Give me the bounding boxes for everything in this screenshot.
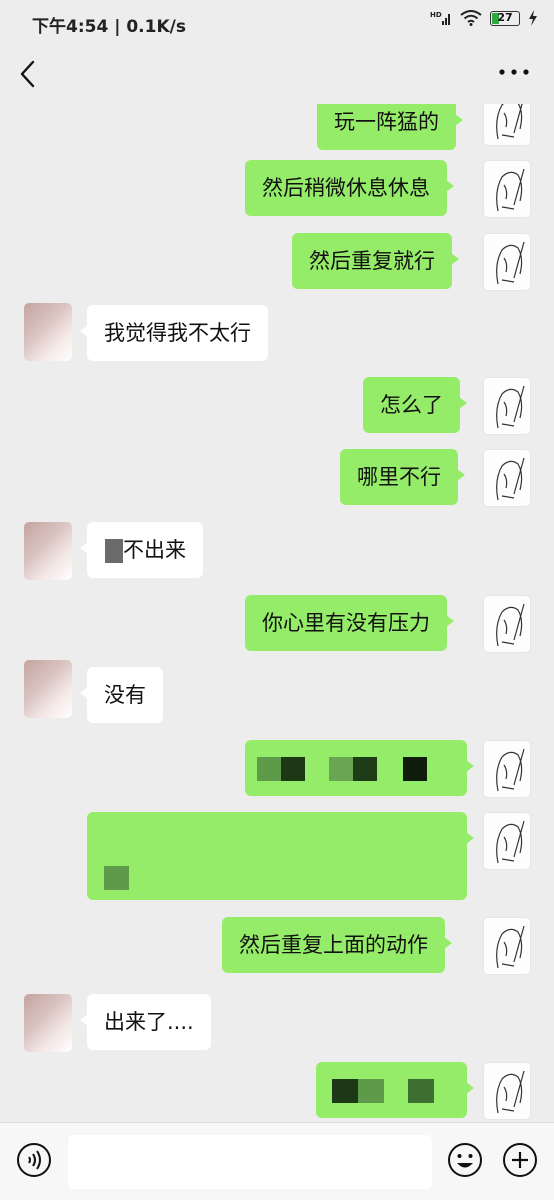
- message-text: 玩一阵猛的: [334, 110, 439, 134]
- redacted-block: [353, 757, 377, 781]
- redacted-block: [281, 757, 305, 781]
- contact-avatar[interactable]: [24, 660, 72, 718]
- redacted-block: [408, 1079, 434, 1103]
- message-bubble[interactable]: 哪里不行: [340, 449, 465, 505]
- message-text: 然后重复就行: [309, 249, 435, 273]
- redacted-block: [403, 757, 427, 781]
- message-input[interactable]: [68, 1135, 432, 1189]
- sketch-portrait-icon: [496, 1070, 525, 1114]
- plus-icon[interactable]: [502, 1142, 538, 1178]
- status-icons: HD 27: [430, 10, 538, 26]
- charging-icon: [529, 10, 537, 26]
- message-bubble[interactable]: 不出来: [80, 522, 203, 578]
- redacted-block: [257, 757, 281, 781]
- sketch-portrait-icon: [496, 104, 523, 140]
- battery-indicator: 27: [490, 10, 520, 26]
- message-bubble[interactable]: [245, 740, 474, 796]
- message-bubble[interactable]: [87, 812, 474, 900]
- sketch-portrait-icon: [496, 457, 525, 501]
- message-text: 然后重复上面的动作: [239, 933, 428, 957]
- emoji-icon[interactable]: [447, 1142, 483, 1178]
- message-bubble[interactable]: 玩一阵猛的: [317, 104, 463, 150]
- status-time-speed: 下午4:54 | 0.1K/s: [32, 17, 186, 37]
- redacted-block: [104, 866, 129, 890]
- sketch-portrait-icon: [496, 820, 525, 864]
- battery-level-text: 27: [497, 10, 513, 24]
- message-bubble[interactable]: 然后重复就行: [292, 233, 459, 289]
- my-avatar[interactable]: [483, 917, 531, 975]
- message-bubble[interactable]: [316, 1062, 474, 1118]
- message-text: 你心里有没有压力: [262, 611, 430, 635]
- my-avatar[interactable]: [483, 1062, 531, 1120]
- redacted-block: [332, 1079, 358, 1103]
- message-text: 然后稍微休息休息: [262, 176, 430, 200]
- message-text: 不出来: [123, 538, 186, 562]
- redacted-block: [105, 539, 123, 563]
- my-avatar[interactable]: [483, 104, 531, 146]
- chevron-left-icon[interactable]: [16, 56, 40, 92]
- message-bubble[interactable]: 怎么了: [363, 377, 467, 433]
- message-bubble[interactable]: 我觉得我不太行: [80, 305, 268, 361]
- my-avatar[interactable]: [483, 595, 531, 653]
- my-avatar[interactable]: [483, 377, 531, 435]
- sketch-portrait-icon: [496, 925, 525, 969]
- voice-icon[interactable]: [16, 1142, 52, 1178]
- status-bar: 下午4:54 | 0.1K/s HD 27: [0, 0, 554, 44]
- signal-icon: HD: [430, 11, 450, 25]
- message-bubble[interactable]: 出来了....: [80, 994, 211, 1050]
- redacted-block: [329, 757, 353, 781]
- message-text: 哪里不行: [357, 465, 441, 489]
- my-avatar[interactable]: [483, 160, 531, 218]
- network-type-label: HD: [430, 11, 442, 19]
- message-text: 我觉得我不太行: [104, 321, 251, 345]
- my-avatar[interactable]: [483, 233, 531, 291]
- chat-header: [0, 44, 554, 104]
- redacted-block: [358, 1079, 384, 1103]
- ellipsis-icon[interactable]: [498, 66, 530, 78]
- wifi-icon: [460, 10, 482, 26]
- contact-avatar[interactable]: [24, 994, 72, 1052]
- contact-avatar[interactable]: [24, 522, 72, 580]
- message-bubble[interactable]: 没有: [80, 667, 163, 723]
- sketch-portrait-icon: [496, 603, 525, 647]
- message-bubble[interactable]: 然后稍微休息休息: [245, 160, 454, 216]
- contact-avatar[interactable]: [24, 303, 72, 361]
- sketch-portrait-icon: [496, 748, 525, 792]
- redacted-block: [384, 1079, 408, 1103]
- my-avatar[interactable]: [483, 812, 531, 870]
- my-avatar[interactable]: [483, 740, 531, 798]
- redacted-block: [305, 757, 329, 781]
- message-text: 没有: [104, 683, 146, 707]
- sketch-portrait-icon: [496, 168, 525, 212]
- message-bubble[interactable]: 你心里有没有压力: [245, 595, 454, 651]
- input-bar: [0, 1122, 554, 1200]
- message-text: 出来了....: [104, 1010, 194, 1034]
- my-avatar[interactable]: [483, 449, 531, 507]
- message-text: 怎么了: [380, 393, 443, 417]
- sketch-portrait-icon: [496, 241, 525, 285]
- chat-message-list[interactable]: 玩一阵猛的 然后稍微休息休息 然后重复就行 我觉得我不太行 怎么了 哪里不行 不…: [0, 104, 554, 1122]
- sketch-portrait-icon: [496, 385, 525, 429]
- redacted-block: [377, 757, 403, 781]
- message-bubble[interactable]: 然后重复上面的动作: [222, 917, 452, 973]
